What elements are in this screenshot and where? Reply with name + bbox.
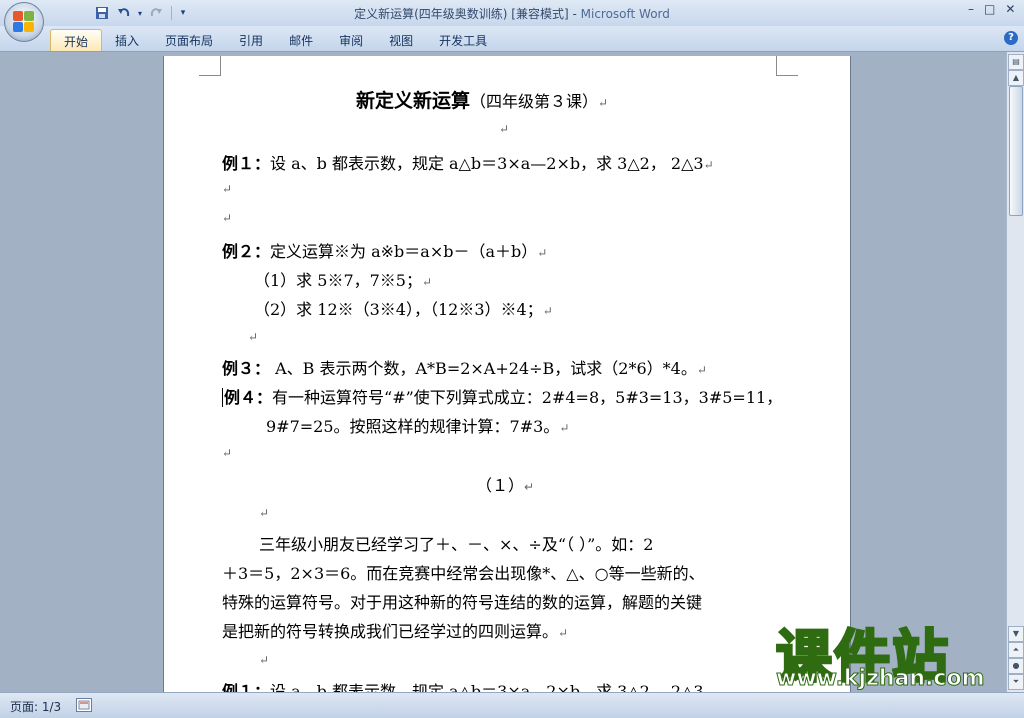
- paragraph-mark: ↵: [559, 421, 570, 435]
- intro-line-last: 是把新的符号转换成我们已经学过的四则运算。↵: [222, 618, 568, 642]
- title-separator: -: [572, 7, 581, 21]
- help-icon[interactable]: ?: [1004, 31, 1018, 45]
- tab-references[interactable]: 引用: [226, 29, 276, 51]
- paragraph-mark: ↵: [222, 211, 233, 225]
- tab-page-layout[interactable]: 页面布局: [152, 29, 226, 51]
- heading-sub: （四年级第３课）: [470, 92, 599, 111]
- paragraph-mark: ↵: [248, 330, 259, 344]
- heading-main: 新定义新运算: [356, 90, 471, 112]
- paragraph-mark: ↵: [558, 626, 569, 640]
- ribbon-tabs: 开始 插入 页面布局 引用 邮件 审阅 视图 开发工具: [50, 29, 500, 51]
- example-2: 例２：定义运算※为 a※b＝a×b－（a＋b）↵: [222, 238, 547, 262]
- example-2-question-2: （2）求 12※（3※4），（12※3）※4；↵: [254, 296, 553, 320]
- paragraph-mark: ↵: [542, 304, 553, 318]
- example-1: 例１：设 a、b 都表示数，规定 a△b＝3×a—2×b，求 3△2， 2△3↵: [222, 150, 714, 174]
- previous-page-icon[interactable]: ⏶: [1008, 642, 1024, 658]
- paragraph-mark: ↵: [422, 275, 433, 289]
- scrollbar-thumb[interactable]: [1009, 86, 1023, 216]
- minimize-button[interactable]: –: [968, 2, 974, 16]
- example-label: 例１：: [222, 154, 271, 173]
- example-text: 定义运算※为 a※b＝a×b－（a＋b）: [270, 242, 538, 261]
- example-3: 例３： A、B 表示两个数，A*B=2×A+24÷B，试求（2*6）*4。↵: [222, 355, 707, 379]
- example-label: 例３：: [222, 359, 271, 378]
- next-page-icon[interactable]: ⏷: [1008, 674, 1024, 690]
- document-page[interactable]: 新定义新运算（四年级第３课）↵ ↵ 例１：设 a、b 都表示数，规定 a△b＝3…: [163, 56, 851, 696]
- watermark: 课件站 www.kjzhan.com: [772, 618, 1008, 696]
- example-label: 例２：: [222, 242, 271, 261]
- watermark-url: www.kjzhan.com: [776, 666, 986, 692]
- tab-insert[interactable]: 插入: [102, 29, 152, 51]
- app-name: Microsoft Word: [580, 7, 670, 21]
- example-4: 例４：有一种运算符号“#”使下列算式成立：2#4=8，5#3=13，3#5=11…: [222, 384, 782, 408]
- proofing-icon[interactable]: [76, 698, 92, 712]
- office-button[interactable]: [4, 2, 44, 42]
- intro-line: 特殊的运算符号。对于用这种新的符号连结的数的运算，解题的关键: [222, 593, 703, 612]
- intro-line: 三年级小朋友已经学习了＋、－、×、÷及“（ ）”。如：2: [259, 535, 654, 554]
- paragraph-mark: ↵: [222, 446, 233, 460]
- example-4-continued: 9#7=25。按照这样的规律计算：7#3。↵: [266, 413, 569, 437]
- vertical-scrollbar[interactable]: ▤ ▲ ▼ ⏶ ● ⏷: [1006, 52, 1024, 692]
- scroll-down-icon[interactable]: ▼: [1008, 626, 1024, 642]
- paragraph-mark: ↵: [703, 158, 714, 172]
- section-number: （１）↵: [476, 472, 534, 496]
- section-label: （１）: [476, 476, 525, 495]
- paragraph-mark: ↵: [524, 480, 535, 494]
- margin-corner-mark: [199, 56, 221, 76]
- example-label: 例４：: [224, 388, 273, 407]
- question-text: （2）求 12※（3※4），（12※3）※4；: [254, 300, 543, 319]
- question-text: （1）求 5※7，7※5；: [254, 271, 422, 290]
- paragraph-mark: ↵: [499, 122, 510, 136]
- paragraph-mark: ↵: [598, 96, 609, 110]
- ruler-toggle-icon[interactable]: ▤: [1008, 54, 1024, 70]
- document-heading: 新定义新运算（四年级第３课）↵: [356, 86, 608, 113]
- document-title: 定义新运算(四年级奥数训练) [兼容模式]: [354, 7, 569, 21]
- page-count[interactable]: 页面: 1/3: [10, 698, 61, 715]
- example-2-question-1: （1）求 5※7，7※5；↵: [254, 267, 432, 291]
- tab-developer[interactable]: 开发工具: [426, 29, 500, 51]
- example-text: 9#7=25。按照这样的规律计算：7#3。: [266, 417, 560, 436]
- document-workspace: 新定义新运算（四年级第３课）↵ ↵ 例１：设 a、b 都表示数，规定 a△b＝3…: [0, 52, 1006, 696]
- select-browse-object-icon[interactable]: ●: [1008, 658, 1024, 674]
- ribbon: 开始 插入 页面布局 引用 邮件 审阅 视图 开发工具 ?: [0, 26, 1024, 52]
- window-controls: – □ ✕: [968, 2, 1015, 16]
- title-bar: ▾ ▾ 定义新运算(四年级奥数训练) [兼容模式] - Microsoft Wo…: [0, 0, 1024, 42]
- tab-mailings[interactable]: 邮件: [276, 29, 326, 51]
- paragraph-mark: ↵: [259, 506, 270, 520]
- close-button[interactable]: ✕: [1005, 2, 1015, 16]
- intro-text: 是把新的符号转换成我们已经学过的四则运算。: [222, 622, 559, 641]
- intro-line: ＋3＝5，2×3＝6。而在竞赛中经常会出现像*、△、○等一些新的、: [222, 564, 705, 583]
- example-text: 有一种运算符号“#”使下列算式成立：2#4=8，5#3=13，3#5=11，: [272, 388, 783, 407]
- paragraph-mark: ↵: [222, 182, 233, 196]
- text-cursor: [222, 388, 223, 407]
- tab-view[interactable]: 视图: [376, 29, 426, 51]
- margin-corner-mark: [776, 56, 798, 76]
- tab-home[interactable]: 开始: [50, 29, 103, 51]
- maximize-button[interactable]: □: [984, 2, 995, 16]
- scroll-up-icon[interactable]: ▲: [1008, 70, 1024, 86]
- paragraph-mark: ↵: [259, 653, 270, 667]
- example-text: A、B 表示两个数，A*B=2×A+24÷B，试求（2*6）*4。: [270, 359, 697, 378]
- paragraph-mark: ↵: [696, 363, 707, 377]
- example-text: 设 a、b 都表示数，规定 a△b＝3×a—2×b，求 3△2， 2△3: [270, 154, 704, 173]
- tab-review[interactable]: 审阅: [326, 29, 376, 51]
- window-title: 定义新运算(四年级奥数训练) [兼容模式] - Microsoft Word: [0, 5, 1024, 22]
- paragraph-mark: ↵: [537, 246, 548, 260]
- office-logo-icon: [13, 11, 35, 33]
